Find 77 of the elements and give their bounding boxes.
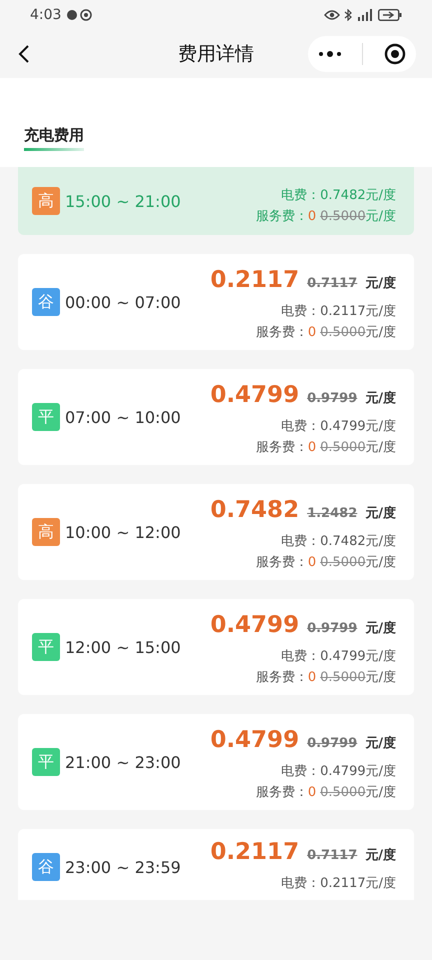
service-fee-unit: 元/度	[366, 554, 396, 571]
price: 0.4799	[210, 612, 300, 638]
period-tag: 谷	[32, 853, 60, 881]
period-tag: 平	[32, 403, 60, 431]
period-tag: 平	[32, 633, 60, 661]
price-unit: 元/度	[365, 274, 396, 292]
service-fee-unit: 元/度	[366, 208, 396, 225]
price-unit: 元/度	[365, 846, 396, 864]
electricity-fee: 电费：0.4799元/度	[281, 418, 396, 435]
service-fee: 0	[308, 325, 316, 340]
price: 0.2117	[210, 267, 300, 293]
service-fee: 0	[308, 555, 316, 570]
period-card[interactable]: 平 07:00 ~ 10:00 0.4799 0.9799 元/度 电费：0.4799元/度 服务费：0 0.5000元/度	[18, 369, 414, 465]
service-fee: 0	[308, 670, 316, 685]
service-fee-unit: 元/度	[366, 439, 396, 456]
original-price: 0.7117	[307, 848, 358, 863]
price: 0.2117	[210, 839, 300, 865]
service-fee-label: 服务费：	[256, 784, 308, 801]
original-price: 0.9799	[307, 391, 358, 406]
time-range: 23:00 ~ 23:59	[65, 858, 181, 876]
period-card[interactable]: 高 10:00 ~ 12:00 0.7482 1.2482 元/度 电费：0.7482元/度 服务费：0 0.5000元/度	[18, 484, 414, 580]
service-fee-unit: 元/度	[366, 784, 396, 801]
eye-icon	[324, 10, 340, 20]
service-fee: 0	[308, 785, 316, 800]
time-range: 12:00 ~ 15:00	[65, 638, 181, 656]
time-range: 21:00 ~ 23:00	[65, 752, 181, 772]
bluetooth-icon	[344, 9, 352, 21]
electricity-fee: 电费：0.7482元/度	[281, 533, 396, 550]
time-range: 15:00 ~ 21:00	[65, 192, 181, 210]
price-unit: 元/度	[365, 390, 396, 407]
service-fee-label: 服务费：	[256, 439, 308, 456]
battery-icon	[378, 9, 402, 21]
price-unit: 元/度	[365, 734, 396, 752]
original-service-fee: 0.5000	[320, 440, 366, 455]
service-fee-label: 服务费：	[256, 208, 308, 225]
service-fee-label: 服务费：	[256, 324, 308, 341]
original-price: 0.7117	[307, 276, 358, 291]
time-range: 07:00 ~ 10:00	[65, 408, 181, 426]
price-unit: 元/度	[365, 620, 396, 637]
period-card[interactable]: 谷 23:00 ~ 23:59 0.2117 0.7117 元/度 电费：0.2117元/度	[18, 829, 414, 900]
back-icon[interactable]	[18, 44, 30, 64]
period-tag: 谷	[32, 288, 60, 316]
period-tag: 高	[32, 518, 60, 546]
original-service-fee: 0.5000	[320, 555, 366, 570]
time-range: 10:00 ~ 12:00	[65, 522, 181, 542]
signal-icon	[356, 9, 374, 21]
original-price: 1.2482	[307, 506, 358, 521]
electricity-fee: 电费：0.2117元/度	[281, 875, 396, 892]
original-price: 0.9799	[307, 621, 358, 636]
time-range: 00:00 ~ 07:00	[65, 292, 181, 312]
original-price: 0.9799	[307, 736, 358, 751]
electricity-fee: 电费：0.4799元/度	[281, 648, 396, 665]
period-card[interactable]: 谷 00:00 ~ 07:00 0.2117 0.7117 元/度 电费：0.2117元/度 服务费：0 0.5000元/度	[18, 254, 414, 350]
status-time: 4:03	[30, 7, 62, 23]
more-icon[interactable]	[318, 50, 342, 58]
service-fee: 0	[308, 440, 316, 455]
service-fee-label: 服务费：	[256, 554, 308, 571]
price-unit: 元/度	[365, 504, 396, 522]
price: 0.7482	[210, 497, 300, 523]
price: 0.4799	[210, 727, 300, 753]
page-title: 费用详情	[177, 42, 255, 67]
original-service-fee: 0.5000	[320, 209, 366, 224]
electricity-fee: 电费：0.4799元/度	[281, 763, 396, 780]
period-card[interactable]: 平 12:00 ~ 15:00 0.4799 0.9799 元/度 电费：0.4799元/度 服务费：0 0.5000元/度	[18, 599, 414, 695]
service-fee-unit: 元/度	[366, 324, 396, 341]
period-tag: 高	[32, 187, 60, 215]
electricity-fee: 电费：0.7482元/度	[281, 187, 396, 204]
service-fee-label: 服务费：	[256, 669, 308, 686]
period-card[interactable]: 平 21:00 ~ 23:00 0.4799 0.9799 元/度 电费：0.4799元/度 服务费：0 0.5000元/度	[18, 714, 414, 810]
original-service-fee: 0.5000	[320, 325, 366, 340]
period-tag: 平	[32, 748, 60, 776]
original-service-fee: 0.5000	[320, 670, 366, 685]
service-fee-unit: 元/度	[366, 669, 396, 686]
service-fee: 0	[308, 209, 316, 224]
price: 0.4799	[210, 382, 300, 408]
original-service-fee: 0.5000	[320, 785, 366, 800]
electricity-fee: 电费：0.2117元/度	[281, 303, 396, 320]
